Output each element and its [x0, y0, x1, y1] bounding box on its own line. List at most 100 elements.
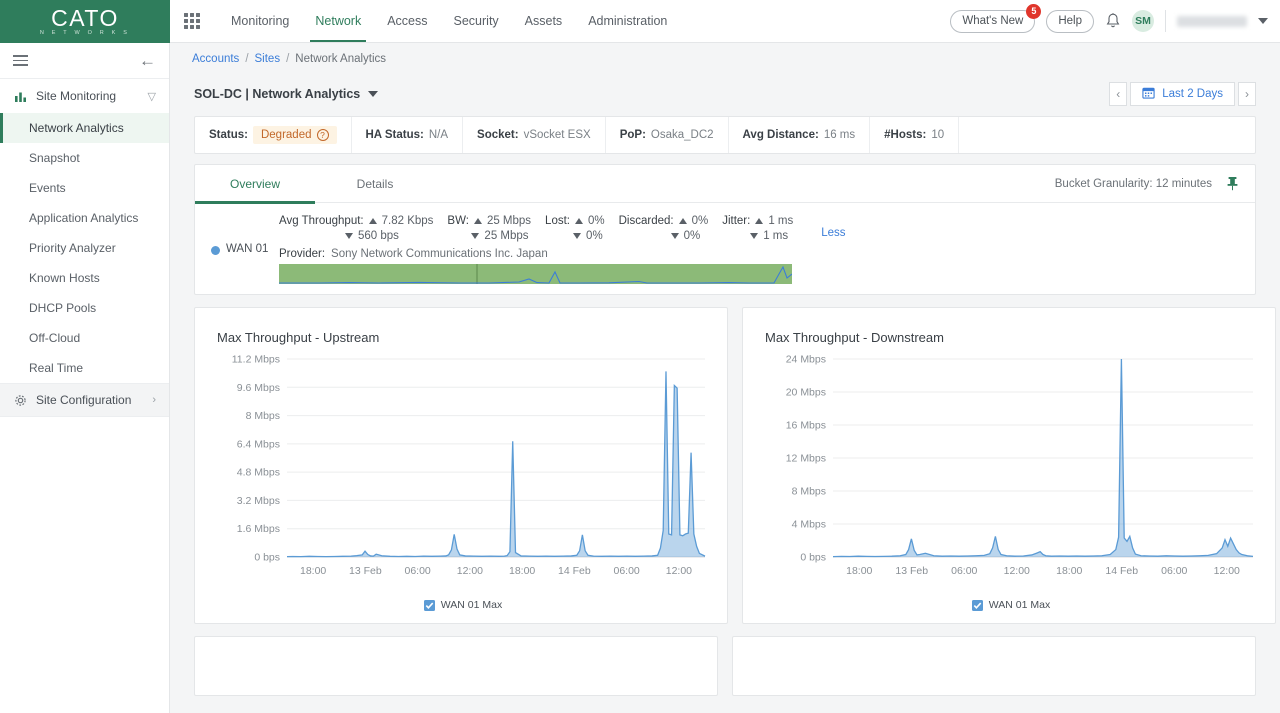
metric-avg-throughput: Avg Throughput: 7.82 Kbps 560 bps: [279, 215, 447, 242]
overview-card: Overview Details Bucket Granularity: 12 …: [194, 164, 1256, 295]
nav-item-monitoring[interactable]: Monitoring: [218, 0, 302, 42]
provider-label: Provider:: [279, 248, 326, 260]
sidebar-item-snapshot[interactable]: Snapshot: [0, 143, 169, 173]
help-label: Help: [1058, 14, 1082, 27]
legend-label: WAN 01 Max: [988, 599, 1051, 611]
triangle-up-icon: [473, 218, 482, 224]
hosts-label: #Hosts:: [884, 129, 927, 141]
tab-details[interactable]: Details: [315, 165, 435, 203]
tabs-row: Overview Details Bucket Granularity: 12 …: [195, 165, 1255, 204]
less-link[interactable]: Less: [821, 227, 845, 239]
main-content: Accounts / Sites / Network Analytics SOL…: [170, 43, 1280, 713]
nav-item-assets[interactable]: Assets: [512, 0, 576, 42]
sidebar: ← Site Monitoring ▽ Network Analytics Sn…: [0, 43, 170, 713]
date-range-button[interactable]: Last 2 Days: [1130, 81, 1235, 106]
breadcrumb-accounts[interactable]: Accounts: [192, 53, 239, 65]
chevron-down-icon[interactable]: ▽: [148, 90, 156, 103]
breadcrumb-sites[interactable]: Sites: [255, 53, 281, 65]
nav-item-security[interactable]: Security: [441, 0, 512, 42]
page-title[interactable]: SOL-DC | Network Analytics: [194, 87, 360, 101]
svg-text:12 Mbps: 12 Mbps: [786, 453, 826, 465]
svg-text:12:00: 12:00: [1214, 565, 1240, 577]
bar-chart-icon: [13, 89, 27, 103]
divider: [1165, 10, 1166, 32]
hosts-value: 10: [931, 129, 945, 141]
breadcrumb-separator: /: [286, 52, 290, 65]
grid-apps-icon[interactable]: [184, 13, 200, 29]
nav-item-administration[interactable]: Administration: [575, 0, 680, 42]
sidebar-item-priority-analyzer[interactable]: Priority Analyzer: [0, 233, 169, 263]
caret-down-icon[interactable]: [368, 90, 379, 97]
plot-upstream[interactable]: 0 bps 1.6 Mbps 3.2 Mbps 4.8 Mbps 6.4 Mbps 8 M…: [217, 353, 709, 595]
metric-label: Jitter:: [722, 215, 751, 227]
question-circle-icon[interactable]: ?: [316, 129, 329, 141]
sidebar-group-site-configuration[interactable]: Site Configuration ›: [0, 383, 169, 417]
sidebar-group-site-monitoring[interactable]: Site Monitoring ▽: [0, 79, 169, 113]
svg-text:06:00: 06:00: [951, 565, 977, 577]
sidebar-item-real-time[interactable]: Real Time: [0, 353, 169, 383]
chart-card-upstream: Max Throughput - Upstream 0 bps 1.6 Mbps 3…: [194, 307, 728, 624]
plot-downstream[interactable]: 0 bps 4 Mbps 8 Mbps 12 Mbps 16 Mbps 20 Mbps 24…: [765, 353, 1257, 595]
legend-checkbox[interactable]: [971, 599, 983, 611]
whats-new-button[interactable]: What's New 5: [950, 3, 1042, 33]
svg-text:8 Mbps: 8 Mbps: [792, 486, 826, 498]
provider-value: Sony Network Communications Inc. Japan: [331, 248, 548, 260]
top-bar-actions: What's New 5 Help SM: [950, 3, 1280, 33]
date-prev-button[interactable]: ‹: [1109, 81, 1128, 106]
avatar[interactable]: SM: [1132, 10, 1154, 32]
bottom-charts-row: [194, 636, 1256, 696]
cato-logo[interactable]: CATO N E T W O R K S: [0, 0, 170, 43]
help-button[interactable]: Help: [1046, 9, 1094, 33]
sidebar-item-application-analytics[interactable]: Application Analytics: [0, 203, 169, 233]
hamburger-icon[interactable]: [13, 55, 28, 66]
svg-text:0 bps: 0 bps: [254, 552, 280, 564]
status-label: Status:: [209, 129, 248, 141]
nav-item-network[interactable]: Network: [302, 0, 374, 42]
ha-status-value: N/A: [428, 129, 449, 141]
wan-identity: WAN 01: [211, 215, 279, 284]
top-navigation: Monitoring Network Access Security Asset…: [170, 0, 1280, 43]
chart-card-partial-right: [732, 636, 1256, 696]
chevron-right-icon[interactable]: ›: [152, 394, 156, 406]
triangle-down-icon: [471, 233, 480, 239]
tab-overview[interactable]: Overview: [195, 165, 315, 204]
svg-text:3.2 Mbps: 3.2 Mbps: [237, 495, 280, 507]
svg-text:20 Mbps: 20 Mbps: [786, 387, 826, 399]
chevron-down-icon[interactable]: [1258, 18, 1268, 24]
svg-text:13 Feb: 13 Feb: [895, 565, 928, 577]
svg-text:6.4 Mbps: 6.4 Mbps: [237, 438, 280, 450]
triangle-up-icon: [574, 218, 583, 224]
wan-timeline-bar[interactable]: [279, 264, 792, 284]
metric-down-value: 0%: [683, 230, 701, 242]
breadcrumb: Accounts / Sites / Network Analytics: [170, 43, 1280, 74]
svg-text:8 Mbps: 8 Mbps: [246, 410, 280, 422]
status-badge: Degraded ?: [252, 126, 337, 144]
sidebar-item-known-hosts[interactable]: Known Hosts: [0, 263, 169, 293]
wan-metrics: Avg Throughput: 7.82 Kbps 560 bps BW: 25…: [279, 215, 1239, 242]
sidebar-group-label: Site Monitoring: [36, 89, 117, 103]
chart-card-partial-left: [194, 636, 718, 696]
legend-checkbox[interactable]: [423, 599, 435, 611]
nav-item-access[interactable]: Access: [374, 0, 440, 42]
pin-icon[interactable]: [1226, 176, 1239, 191]
triangle-down-icon: [750, 233, 759, 239]
metric-discarded: Discarded: 0% 0%: [619, 215, 723, 242]
svg-text:4.8 Mbps: 4.8 Mbps: [237, 467, 280, 479]
sidebar-item-events[interactable]: Events: [0, 173, 169, 203]
avg-distance-label: Avg Distance:: [742, 129, 819, 141]
date-next-button[interactable]: ›: [1238, 81, 1256, 106]
arrow-left-icon[interactable]: ←: [139, 52, 156, 69]
pop-label: PoP:: [619, 129, 646, 141]
sidebar-item-dhcp-pools[interactable]: DHCP Pools: [0, 293, 169, 323]
status-cell-hosts: #Hosts: 10: [870, 117, 960, 153]
sidebar-item-network-analytics[interactable]: Network Analytics: [0, 113, 169, 143]
bell-icon[interactable]: [1105, 12, 1121, 30]
page-header: SOL-DC | Network Analytics ‹ Last 2 Days…: [170, 74, 1280, 108]
ha-status-label: HA Status:: [365, 129, 424, 141]
metric-down-value: 0%: [586, 230, 603, 242]
status-strip: Status: Degraded ? HA Status: N/A Socket…: [194, 116, 1256, 154]
chart-card-downstream: Max Throughput - Downstream 0 bps 4 Mbps 8…: [742, 307, 1276, 624]
status-cell-pop: PoP: Osaka_DC2: [606, 117, 729, 153]
sidebar-item-off-cloud[interactable]: Off-Cloud: [0, 323, 169, 353]
triangle-up-icon: [368, 218, 377, 224]
